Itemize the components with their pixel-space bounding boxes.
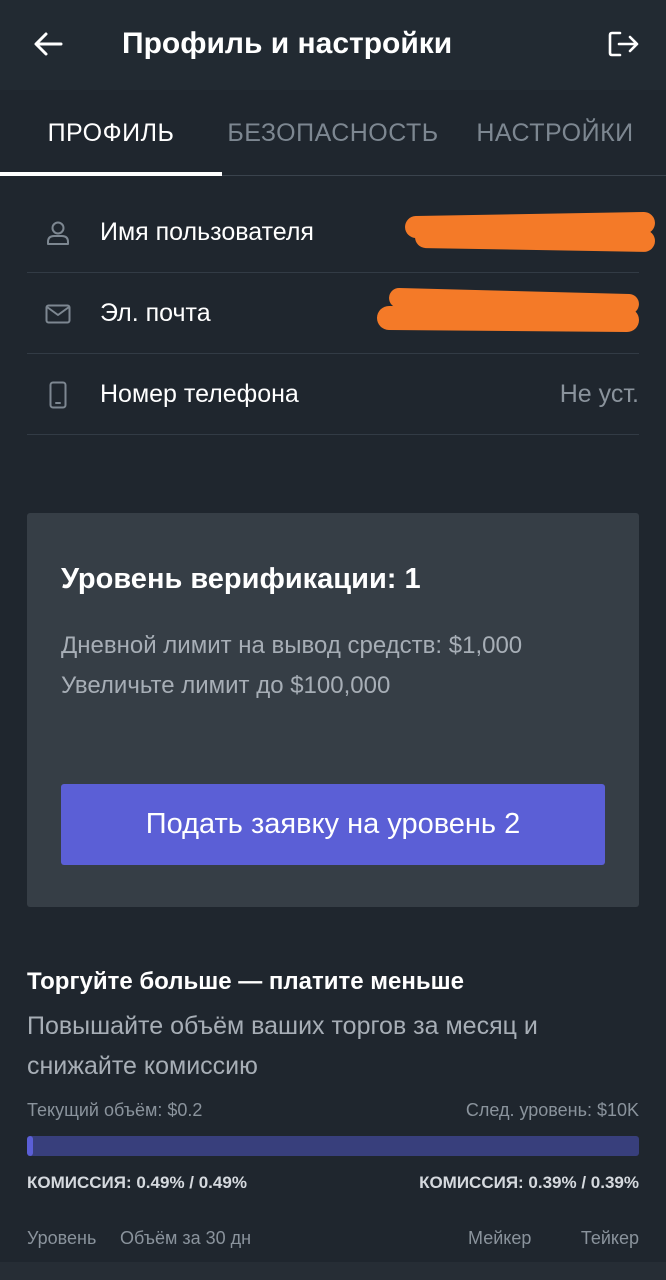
apply-level-2-button[interactable]: Подать заявку на уровень 2: [61, 784, 605, 865]
tab-bar: ПРОФИЛЬ БЕЗОПАСНОСТЬ НАСТРОЙКИ: [0, 90, 666, 176]
increase-limit-text: Увеличьте лимит до $100,000: [61, 672, 391, 699]
column-header-volume: Объём за 30 дн: [120, 1228, 252, 1248]
tab-settings-label: НАСТРОЙКИ: [476, 118, 634, 147]
page-title: Профиль и настройки: [122, 27, 453, 60]
logout-button[interactable]: [604, 24, 644, 64]
back-button[interactable]: [28, 24, 68, 64]
column-header-taker: Тейкер: [580, 1228, 639, 1248]
tab-profile-label: ПРОФИЛЬ: [47, 118, 175, 147]
tab-settings[interactable]: НАСТРОЙКИ: [444, 90, 666, 176]
next-level-text: След. уровень: $10K: [465, 1100, 639, 1120]
volume-progress-bar: [27, 1136, 639, 1156]
logout-icon: [608, 31, 639, 57]
email-label: Эл. почта: [100, 299, 211, 327]
app-bar: Профиль и настройки: [0, 0, 666, 90]
volume-progress-fill: [27, 1136, 34, 1156]
next-fee-text: КОМИССИЯ: 0.39% / 0.39%: [419, 1173, 639, 1192]
phone-label: Номер телефона: [100, 380, 299, 408]
mail-icon: [43, 299, 73, 329]
tab-active-indicator: [0, 172, 222, 176]
username-row[interactable]: Имя пользователя: [27, 192, 656, 273]
current-volume-text: Текущий объём: $0.2: [27, 1100, 203, 1120]
column-header-level: Уровень: [27, 1228, 97, 1248]
phone-row[interactable]: Номер телефона Не уст.: [27, 354, 639, 435]
current-fee-text: КОМИССИЯ: 0.49% / 0.49%: [27, 1173, 247, 1192]
table-row: [0, 1262, 666, 1280]
redaction-mark: [414, 225, 656, 253]
column-header-maker: Мейкер: [468, 1228, 532, 1248]
verification-card: Уровень верификации: 1 Дневной лимит на …: [27, 513, 639, 907]
username-label: Имя пользователя: [100, 218, 314, 246]
phone-value: Не уст.: [559, 380, 639, 408]
arrow-left-icon: [34, 32, 63, 56]
daily-limit-text: Дневной лимит на вывод средств: $1,000: [61, 632, 523, 659]
verification-title: Уровень верификации: 1: [61, 563, 421, 595]
tab-profile[interactable]: ПРОФИЛЬ: [0, 90, 222, 176]
promo-title: Торгуйте больше — платите меньше: [27, 968, 464, 995]
phone-icon: [43, 380, 73, 410]
tab-security[interactable]: БЕЗОПАСНОСТЬ: [222, 90, 444, 176]
user-icon: [43, 218, 73, 248]
promo-subtitle: Повышайте объём ваших торгов за месяц и …: [27, 1012, 538, 1080]
tab-security-label: БЕЗОПАСНОСТЬ: [227, 118, 439, 147]
email-row[interactable]: Эл. почта: [27, 273, 640, 354]
redaction-mark: [376, 305, 640, 333]
